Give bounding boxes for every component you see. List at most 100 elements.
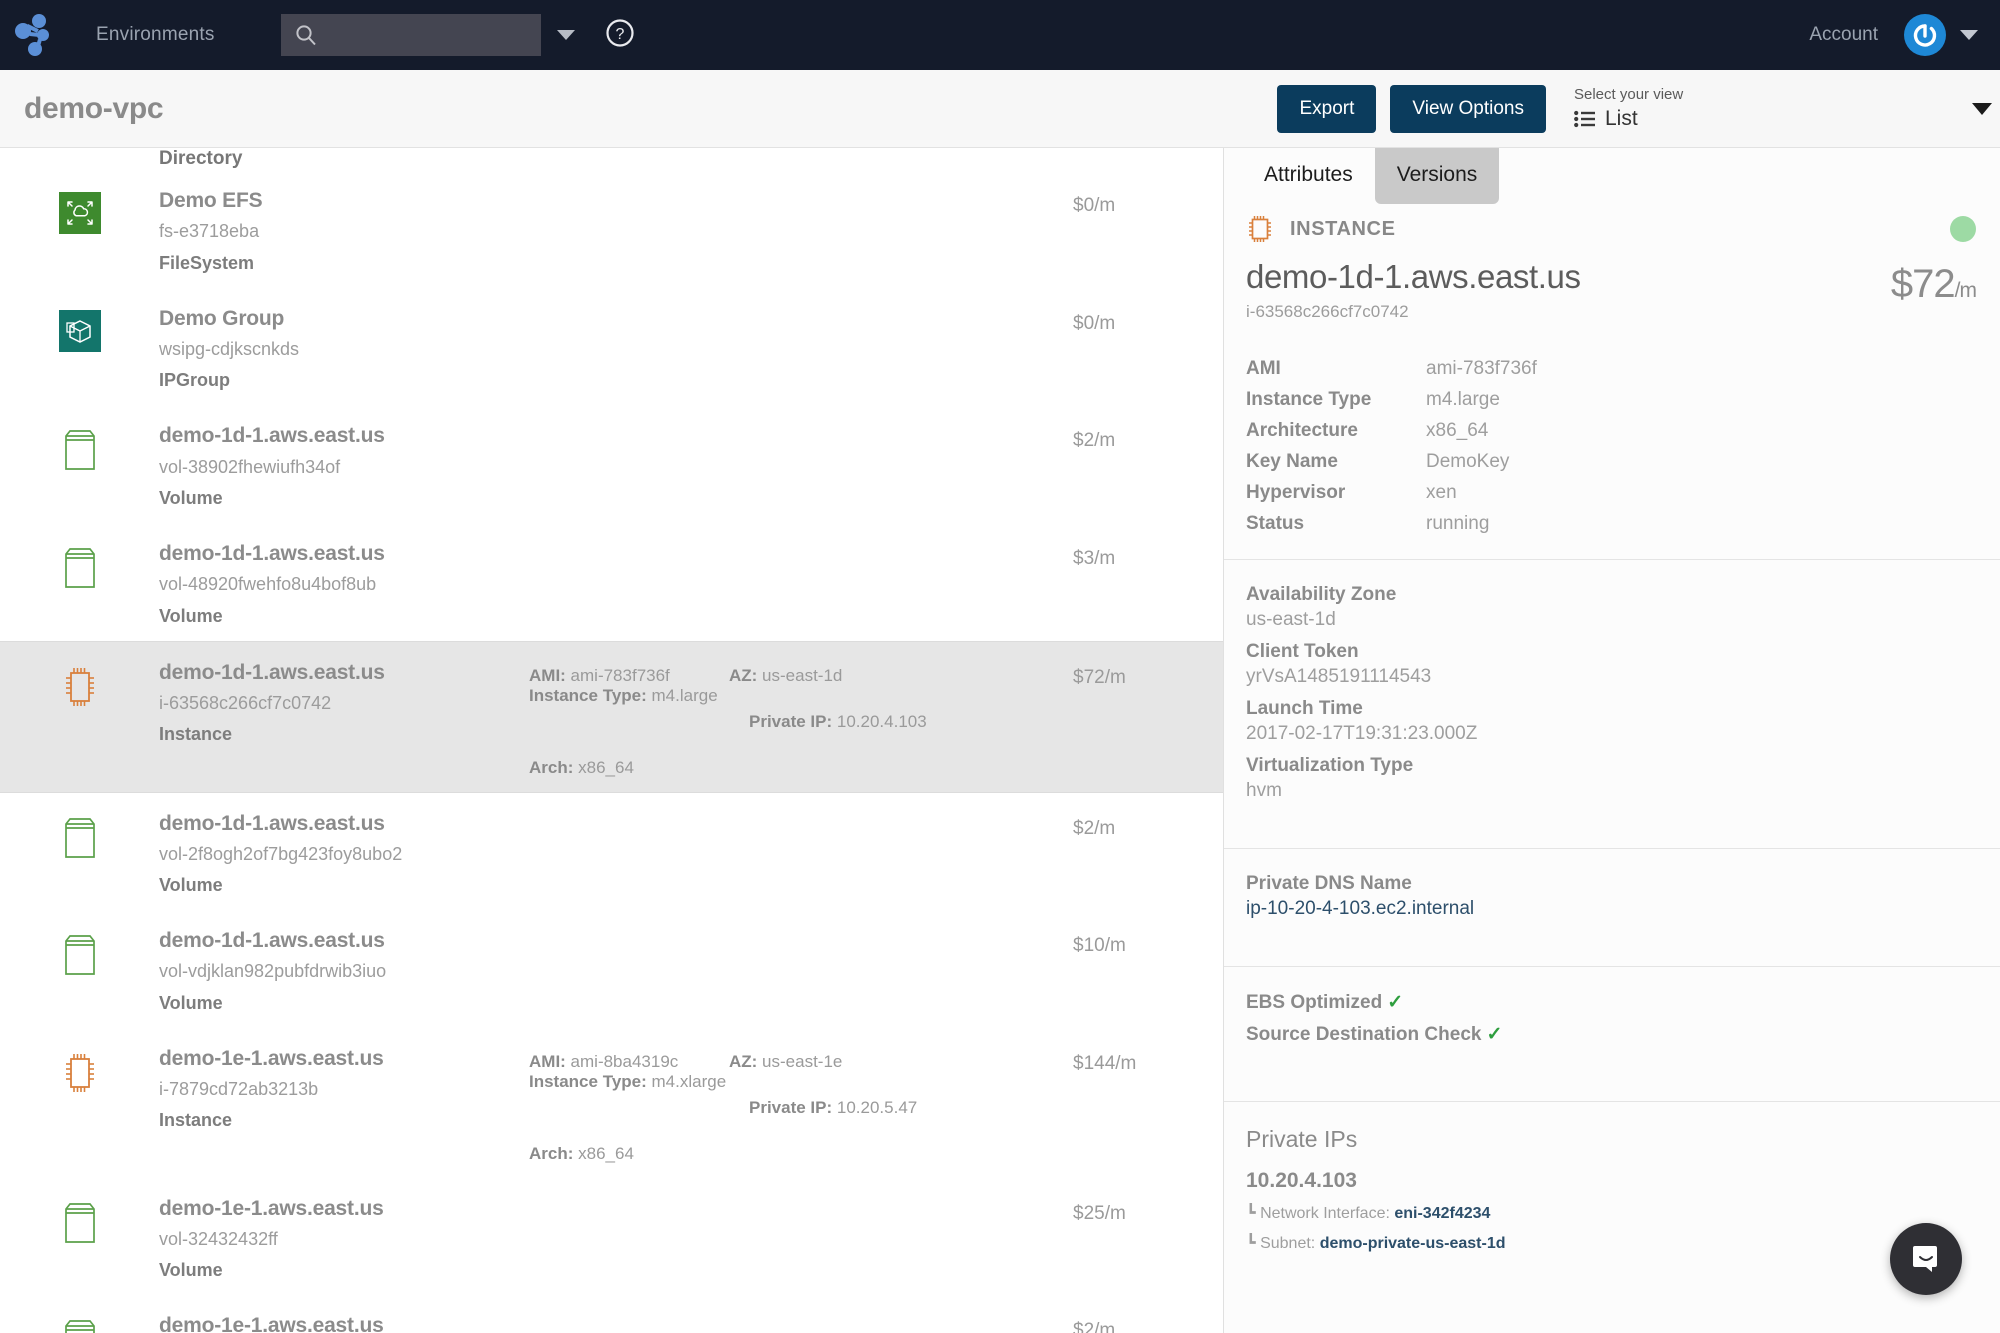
detail-kind-label: INSTANCE <box>1290 217 1396 240</box>
ipgroup-box-icon <box>58 309 101 352</box>
subnet-line: ┗ Subnet: demo-private-us-east-1d <box>1246 1233 1978 1253</box>
resource-row[interactable]: demo-1d-1.aws.east.us vol-2f8ogh2of7bg423… <box>0 793 1223 911</box>
row-icon <box>0 1313 159 1333</box>
attribute-value: ami-783f736f <box>1426 358 1537 379</box>
attribute-row: Instance Type m4.large <box>1246 389 1978 411</box>
network-interface-value[interactable]: eni-342f4234 <box>1394 1205 1490 1222</box>
help-button[interactable]: ? <box>605 18 635 53</box>
private-dns-name-value[interactable]: ip-10-20-4-103.ec2.internal <box>1246 898 1978 920</box>
search-scope-chevron-down-icon[interactable] <box>556 30 575 40</box>
attribute-row: Key Name DemoKey <box>1246 451 1978 473</box>
resource-row[interactable]: demo-1e-1.aws.east.us vol-32432432ff Volum… <box>0 1178 1223 1296</box>
row-attributes <box>529 1313 1073 1319</box>
power-avatar-icon <box>1913 24 1937 47</box>
row-main: Demo EFS fs-e3718eba FileSystem <box>159 188 529 274</box>
attribute-row: AMI ami-783f736f <box>1246 358 1978 380</box>
row-id: i-63568c266cf7c0742 <box>159 692 332 713</box>
resource-row[interactable]: demo-1d-1.aws.east.us vol-vdjklan982pubfd… <box>0 910 1223 1028</box>
attribute-value: xen <box>1426 482 1457 503</box>
view-selector-value: List <box>1605 106 1638 130</box>
row-main: demo-1d-1.aws.east.us vol-2f8ogh2of7bg423… <box>159 811 529 897</box>
search-box[interactable] <box>280 14 541 56</box>
row-cost: $3/m <box>1073 547 1116 569</box>
resource-rows: Demo EFS fs-e3718eba FileSystem $0/m Demo Gr… <box>0 170 1223 1333</box>
detail-subtitle: i-63568c266cf7c0742 <box>1246 302 1409 321</box>
attribute-value: running <box>1426 513 1490 534</box>
view-options-button[interactable]: View Options <box>1390 84 1546 133</box>
brand-logo[interactable] <box>0 13 74 57</box>
attribute-key: Status <box>1246 513 1305 534</box>
nav-item-environments[interactable]: Environments <box>96 24 215 46</box>
export-button[interactable]: Export <box>1277 84 1377 133</box>
volume-icon <box>64 430 95 471</box>
detail-meta-section: Availability Zone us-east-1d Client Token y… <box>1224 559 2000 824</box>
row-name: Demo Group <box>159 306 285 330</box>
row-icon <box>0 811 159 861</box>
row-attr-ami: AMI: ami-8ba4319c <box>529 1051 679 1071</box>
row-attributes <box>529 306 1073 312</box>
meta-key: Availability Zone <box>1246 584 1397 605</box>
page-title: demo-vpc <box>24 91 164 125</box>
body-split: Directory Demo EFS fs-e3718eba FileSystem $… <box>0 148 2000 1333</box>
resource-row[interactable]: Demo Group wsipg-cdjkscnkds IPGroup $0/m <box>0 288 1223 406</box>
row-cost: $2/m <box>1073 817 1116 839</box>
row-attr-ami: AMI: ami-783f736f <box>529 665 670 685</box>
efs-filesystem-icon <box>58 192 101 234</box>
tab-versions[interactable]: Versions <box>1374 148 1500 204</box>
row-type: Instance <box>159 724 233 745</box>
row-id: vol-38902fhewiufh34of <box>159 456 341 477</box>
search-input[interactable] <box>324 26 515 44</box>
row-attributes <box>529 811 1073 817</box>
row-id: i-7879cd72ab3213b <box>159 1079 319 1100</box>
row-attr-instance-type: Instance Type: m4.large <box>529 685 718 705</box>
row-icon <box>0 1196 159 1246</box>
row-name: demo-1d-1.aws.east.us <box>159 660 385 684</box>
nav-item-environments-label: Environments <box>96 24 215 45</box>
attribute-row: Status running <box>1246 513 1978 535</box>
svg-text:?: ? <box>615 26 624 43</box>
subnet-value[interactable]: demo-private-us-east-1d <box>1320 1235 1506 1252</box>
flag-ebs-optimized-label: EBS Optimized <box>1246 992 1383 1013</box>
resource-row[interactable]: demo-1d-1.aws.east.us vol-48920fwehfo8u4b… <box>0 523 1223 641</box>
row-id: fs-e3718eba <box>159 221 260 242</box>
view-selector[interactable]: Select your view List <box>1570 70 2000 148</box>
chat-launcher-button[interactable] <box>1890 1223 1962 1295</box>
check-icon: ✓ <box>1387 992 1404 1013</box>
row-attr-arch: Arch: x86_64 <box>529 757 634 777</box>
row-cost: $0/m <box>1073 195 1116 216</box>
row-cost: $10/m <box>1073 935 1126 957</box>
tab-attributes[interactable]: Attributes <box>1242 148 1375 204</box>
meta-value: us-east-1d <box>1246 609 1336 630</box>
row-attributes <box>529 188 1073 194</box>
row-cost: $72/m <box>1073 666 1126 688</box>
detail-private-ips-section: Private IPs 10.20.4.103 ┗ Network Interf… <box>1224 1101 2000 1275</box>
meta-key: Client Token <box>1246 641 1359 662</box>
row-icon <box>0 928 159 978</box>
resource-list: Directory Demo EFS fs-e3718eba FileSystem $… <box>0 148 1223 1333</box>
help-circle-icon: ? <box>605 18 634 47</box>
row-name: demo-1d-1.aws.east.us <box>159 929 385 953</box>
top-navigation-bar: Environments ? Account <box>0 0 2000 70</box>
list-icon <box>1574 110 1596 128</box>
flag-source-destination-check-label: Source Destination Check <box>1246 1024 1482 1045</box>
resource-row[interactable]: Demo EFS fs-e3718eba FileSystem $0/m <box>0 170 1223 288</box>
view-selector-chevron-down-icon[interactable] <box>1972 102 1992 115</box>
resource-row[interactable]: demo-1d-1.aws.east.us vol-38902fhewiufh34… <box>0 405 1223 523</box>
resource-row[interactable]: demo-1e-1.aws.east.us i-7879cd72ab3213b In… <box>0 1028 1223 1178</box>
resource-row[interactable]: demo-1e-1.aws.east.usvol-32re2r42r42r42r… <box>0 1295 1223 1333</box>
account-chevron-down-icon[interactable] <box>1960 30 1978 40</box>
row-attributes: AMI: ami-8ba4319c AZ: us-east-1e Instance … <box>529 1046 1073 1164</box>
resource-row[interactable]: demo-1d-1.aws.east.us i-63568c266cf7c0742… <box>0 640 1223 793</box>
instance-chip-icon <box>65 667 94 706</box>
row-type: Volume <box>159 487 223 508</box>
meta-key: Launch Time <box>1246 698 1363 719</box>
network-interface-line: ┗ Network Interface: eni-342f4234 <box>1246 1203 1978 1223</box>
meta-value: yrVsA1485191114543 <box>1246 666 1432 687</box>
avatar[interactable] <box>1904 14 1946 56</box>
detail-price: $72/m <box>1891 262 1977 307</box>
nav-right-group: Account <box>1809 14 2000 56</box>
attribute-value: x86_64 <box>1426 420 1489 441</box>
row-id: vol-2f8ogh2of7bg423foy8ubo2 <box>159 843 403 864</box>
account-menu[interactable]: Account <box>1809 24 1878 46</box>
row-cost: $2/m <box>1073 430 1116 452</box>
